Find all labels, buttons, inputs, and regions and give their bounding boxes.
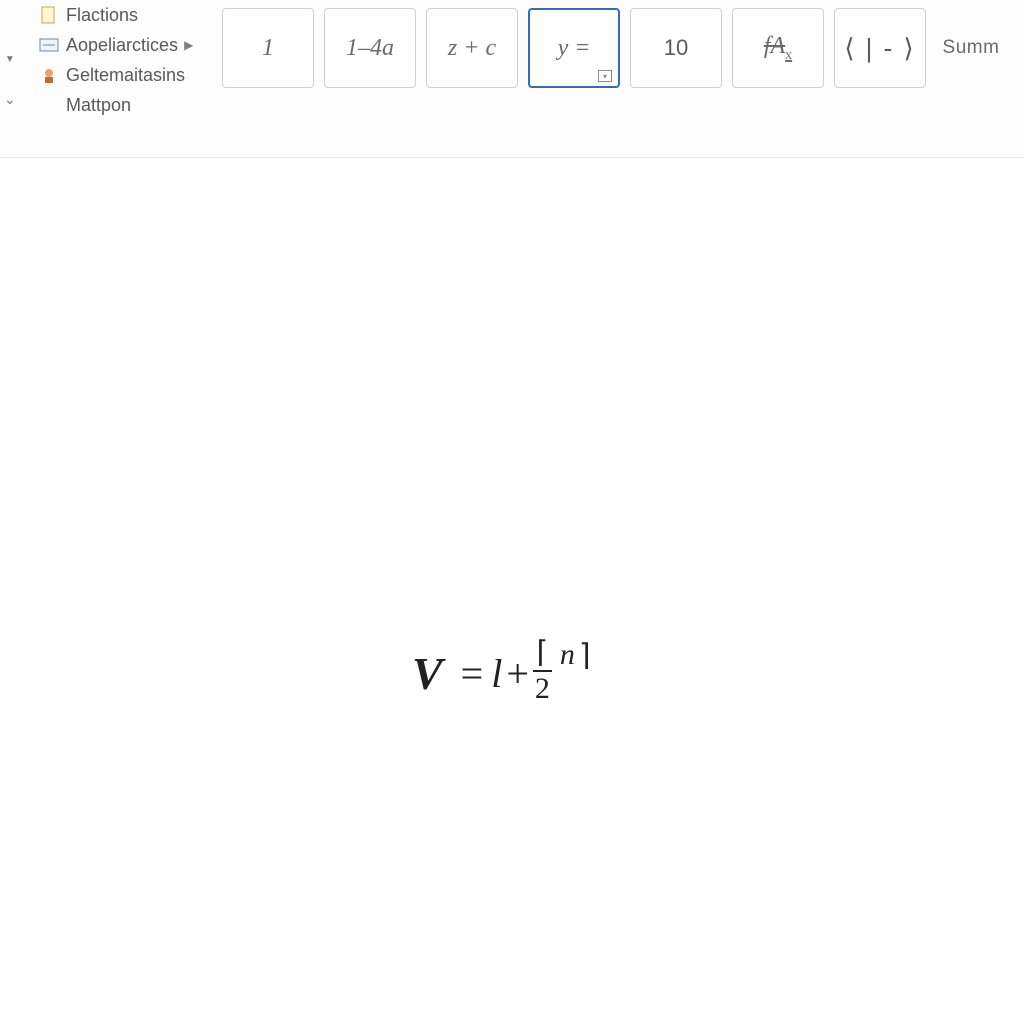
collapse-chevron-icon[interactable]: ⌄: [4, 91, 16, 108]
menu-label: Geltemaitasins: [66, 65, 185, 86]
eq-close-bracket: ⌉: [579, 638, 591, 673]
eq-term1: l: [491, 650, 502, 697]
gallery-label: z + c: [448, 35, 496, 62]
gallery-dropdown-icon[interactable]: ▾: [598, 70, 612, 82]
equation-object[interactable]: V = l + ⌈ 2 n ⌉: [412, 640, 591, 706]
menu-label: Aopeliarctices: [66, 35, 178, 56]
flactions-icon: [38, 4, 60, 26]
gallery-label: ⟨ | - ⟩: [844, 33, 915, 64]
gallery-label: 10: [664, 35, 688, 61]
equation-gallery: 1 1–4a z + c y = ▾ 10 fAx ⟨ | - ⟩ Summ: [222, 0, 1006, 88]
ribbon-collapse-controls: ▼ ⌄: [4, 54, 16, 108]
eq-frac-num: ⌈: [535, 638, 551, 668]
gallery-label: y =: [558, 35, 591, 62]
gallery-item-8[interactable]: Summ: [936, 8, 1006, 88]
ribbon-left-menu: Flactions Aopeliarctices ▶ Geltemaitasin…: [0, 0, 222, 120]
gallery-item-1[interactable]: 1: [222, 8, 314, 88]
eq-frac-den: 2: [533, 674, 552, 704]
menu-label: Flactions: [66, 5, 138, 26]
gallery-label: Summ: [943, 37, 1000, 59]
document-canvas[interactable]: V = l + ⌈ 2 n ⌉: [0, 158, 1024, 1024]
gallery-item-5[interactable]: 10: [630, 8, 722, 88]
eq-plus: +: [506, 650, 529, 697]
gallery-item-2[interactable]: 1–4a: [324, 8, 416, 88]
menu-item-geltemaitasins[interactable]: Geltemaitasins: [0, 60, 222, 90]
ribbon: ▼ ⌄ Flactions Aopeliarctices ▶ Geltemait…: [0, 0, 1024, 158]
gallery-label: fAx: [764, 33, 792, 64]
menu-item-mattpon[interactable]: Mattpon: [0, 90, 222, 120]
menu-item-flactions[interactable]: Flactions: [0, 0, 222, 30]
aopeliarctices-icon: [38, 34, 60, 56]
gallery-label: 1–4a: [346, 35, 394, 62]
collapse-triangle-icon[interactable]: ▼: [5, 54, 15, 65]
gallery-label: 1: [262, 35, 274, 62]
menu-item-aopeliarctices[interactable]: Aopeliarctices ▶: [0, 30, 222, 60]
gallery-item-6[interactable]: fAx: [732, 8, 824, 88]
geltemaitasins-icon: [38, 64, 60, 86]
menu-label: Mattpon: [66, 95, 131, 116]
gallery-item-7[interactable]: ⟨ | - ⟩: [834, 8, 926, 88]
eq-lhs: V: [412, 647, 443, 700]
eq-superscript: n: [560, 638, 575, 672]
eq-equals: =: [461, 650, 484, 697]
eq-fraction: ⌈ 2: [533, 638, 552, 704]
submenu-arrow-icon: ▶: [184, 38, 193, 52]
gallery-item-4[interactable]: y = ▾: [528, 8, 620, 88]
gallery-item-3[interactable]: z + c: [426, 8, 518, 88]
